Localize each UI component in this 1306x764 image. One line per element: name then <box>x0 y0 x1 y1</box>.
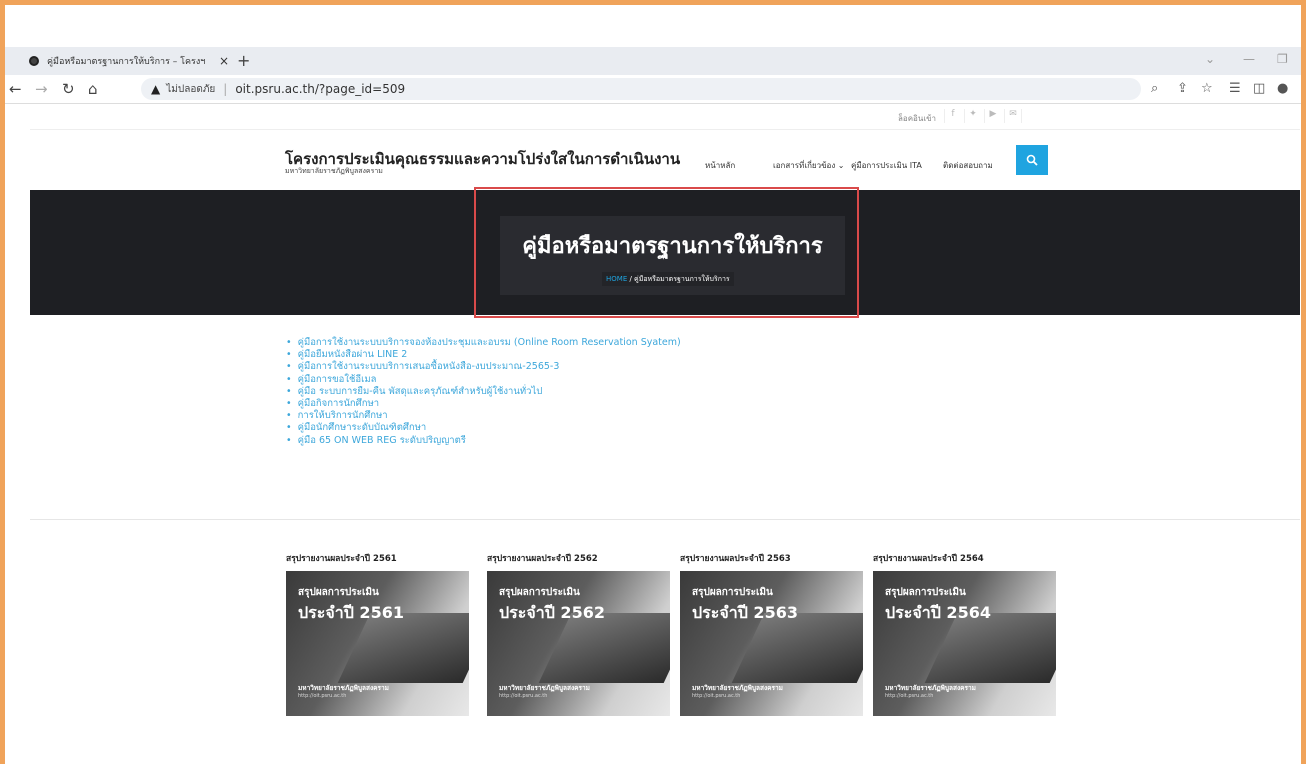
list-item[interactable]: คู่มือการใช้งานระบบบริการจองห้องประชุมแล… <box>286 337 681 349</box>
share-icon[interactable]: ⇪ <box>1177 81 1188 96</box>
report-card: สรุปรายงานผลประจำปี 2562 สรุปผลการประเมิ… <box>487 551 670 716</box>
list-item[interactable]: คู่มือการใช้งานระบบบริการเสนอซื้อหนังสือ… <box>286 361 681 373</box>
thumb-year: ประจำปี 2561 <box>298 603 404 622</box>
thumb-url: http://oit.psru.ac.th <box>298 693 347 699</box>
thumb-url: http://oit.psru.ac.th <box>885 693 934 699</box>
thumb-heading: สรุปผลการประเมิน <box>692 587 773 598</box>
new-tab-button[interactable]: + <box>237 51 250 70</box>
forward-icon[interactable]: → <box>35 80 48 98</box>
menu-home[interactable]: หน้าหลัก <box>705 159 735 172</box>
report-card: สรุปรายงานผลประจำปี 2561 สรุปผลการประเมิ… <box>286 551 469 716</box>
report-title[interactable]: สรุปรายงานผลประจำปี 2561 <box>286 551 469 571</box>
facebook-icon[interactable]: f <box>944 109 961 123</box>
manual-links-list: คู่มือการใช้งานระบบบริการจองห้องประชุมแล… <box>286 337 681 447</box>
tab-title: คู่มือหรือมาตรฐานการให้บริการ – โครงฯ <box>47 57 206 67</box>
zoom-icon[interactable]: ⌕ <box>1151 81 1158 96</box>
thumb-university: มหาวิทยาลัยราชภัฏพิบูลสงคราม <box>499 684 590 692</box>
login-link[interactable]: ล็อคอินเข้า <box>898 112 936 125</box>
menu-ita-manual[interactable]: คู่มือการประเมิน ITA <box>851 159 922 172</box>
site-subtitle: มหาวิทยาลัยราชภัฏพิบูลสงคราม <box>285 167 383 175</box>
thumb-university: มหาวิทยาลัยราชภัฏพิบูลสงคราม <box>298 684 389 692</box>
thumb-year: ประจำปี 2562 <box>499 603 605 622</box>
report-thumbnail[interactable]: สรุปผลการประเมิน ประจำปี 2564 มหาวิทยาลั… <box>873 571 1056 716</box>
report-title[interactable]: สรุปรายงานผลประจำปี 2562 <box>487 551 670 571</box>
site-header: โครงการประเมินคุณธรรมและความโปร่งใสในการ… <box>0 130 1306 190</box>
menu-contact[interactable]: ติดต่อสอบถาม <box>943 159 993 172</box>
list-item[interactable]: คู่มือนักศึกษาระดับบัณฑิตศึกษา <box>286 422 681 434</box>
restore-icon[interactable]: ❐ <box>1277 52 1288 66</box>
profile-icon[interactable]: ● <box>1277 81 1288 96</box>
report-thumbnail[interactable]: สรุปผลการประเมิน ประจำปี 2563 มหาวิทยาลั… <box>680 571 863 716</box>
bookmark-star-icon[interactable]: ☆ <box>1201 81 1213 96</box>
report-thumbnail[interactable]: สรุปผลการประเมิน ประจำปี 2562 มหาวิทยาลั… <box>487 571 670 716</box>
insecure-label[interactable]: ไม่ปลอดภัย <box>166 82 215 97</box>
home-icon[interactable]: ⌂ <box>88 80 98 98</box>
menu-documents[interactable]: เอกสารที่เกี่ยวข้อง ⌄ <box>773 159 845 172</box>
section-divider <box>30 519 1300 520</box>
list-item[interactable]: คู่มือการขอใช้อีเมล <box>286 374 681 386</box>
address-bar[interactable]: ▲ ไม่ปลอดภัย | oit.psru.ac.th/?page_id=5… <box>141 78 1141 100</box>
thumb-year: ประจำปี 2564 <box>885 603 991 622</box>
tab-close-icon[interactable]: × <box>219 54 229 68</box>
report-thumbnail[interactable]: สรุปผลการประเมิน ประจำปี 2561 มหาวิทยาลั… <box>286 571 469 716</box>
reload-icon[interactable]: ↻ <box>62 80 75 98</box>
mail-icon[interactable]: ✉ <box>1004 109 1022 123</box>
browser-toolbar: ← → ↻ ⌂ ▲ ไม่ปลอดภัย | oit.psru.ac.th/?p… <box>5 75 1301 104</box>
youtube-icon[interactable]: ▶ <box>984 109 1001 123</box>
reading-list-icon[interactable]: ☰ <box>1229 81 1241 96</box>
site-search-button[interactable] <box>1016 145 1048 175</box>
list-item[interactable]: คู่มือยืมหนังสือผ่าน LINE 2 <box>286 349 681 361</box>
tab-search-icon[interactable]: ⌄ <box>1205 52 1215 66</box>
list-item[interactable]: คู่มือ 65 ON WEB REG ระดับปริญญาตรี <box>286 435 681 447</box>
site-favicon-icon <box>29 56 39 66</box>
side-panel-icon[interactable]: ◫ <box>1253 81 1265 96</box>
report-card: สรุปรายงานผลประจำปี 2563 สรุปผลการประเมิ… <box>680 551 863 716</box>
list-item[interactable]: การให้บริการนักศึกษา <box>286 410 681 422</box>
back-icon[interactable]: ← <box>9 80 22 98</box>
report-title[interactable]: สรุปรายงานผลประจำปี 2563 <box>680 551 863 571</box>
browser-tab[interactable]: คู่มือหรือมาตรฐานการให้บริการ – โครงฯ × <box>29 47 229 75</box>
list-item[interactable]: คู่มือ ระบบการยืม-คืน พัสดุและครุภัณฑ์สำ… <box>286 386 681 398</box>
report-card: สรุปรายงานผลประจำปี 2564 สรุปผลการประเมิ… <box>873 551 1056 716</box>
thumb-url: http://oit.psru.ac.th <box>499 693 548 699</box>
thumb-university: มหาวิทยาลัยราชภัฏพิบูลสงคราม <box>885 684 976 692</box>
thumb-university: มหาวิทยาลัยราชภัฏพิบูลสงคราม <box>692 684 783 692</box>
warning-icon[interactable]: ▲ <box>151 82 160 96</box>
thumb-year: ประจำปี 2563 <box>692 603 798 622</box>
twitter-icon[interactable]: ✦ <box>964 109 981 123</box>
thumb-heading: สรุปผลการประเมิน <box>499 587 580 598</box>
thumb-heading: สรุปผลการประเมิน <box>298 587 379 598</box>
list-item[interactable]: คู่มือกิจการนักศึกษา <box>286 398 681 410</box>
minimize-icon[interactable]: — <box>1243 52 1255 66</box>
thumb-heading: สรุปผลการประเมิน <box>885 587 966 598</box>
highlight-box <box>474 187 859 318</box>
browser-tab-bar: คู่มือหรือมาตรฐานการให้บริการ – โครงฯ × … <box>5 47 1301 75</box>
thumb-url: http://oit.psru.ac.th <box>692 693 741 699</box>
url-text[interactable]: oit.psru.ac.th/?page_id=509 <box>235 82 405 96</box>
report-title[interactable]: สรุปรายงานผลประจำปี 2564 <box>873 551 1056 571</box>
search-icon <box>1026 154 1038 166</box>
site-top-strip: ล็อคอินเข้า f ✦ ▶ ✉ <box>30 105 1300 130</box>
url-separator: | <box>223 82 228 96</box>
